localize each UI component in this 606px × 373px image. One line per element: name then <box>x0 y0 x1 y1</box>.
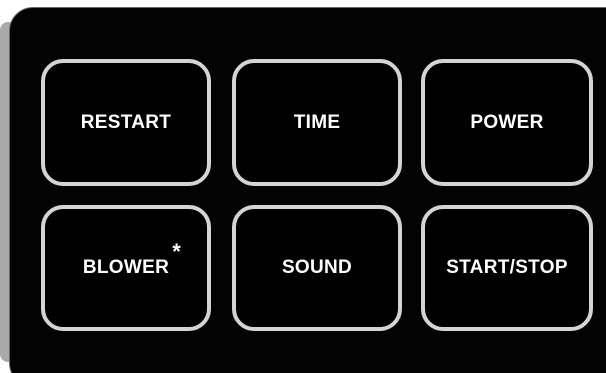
start-stop-button-label: START/STOP <box>446 257 568 278</box>
restart-button[interactable]: RESTART <box>41 59 211 186</box>
blower-button-label: BLOWER <box>82 257 170 278</box>
blower-button[interactable]: BLOWER * <box>41 205 211 331</box>
sound-button-label: SOUND <box>281 257 353 278</box>
time-button[interactable]: TIME <box>232 59 402 186</box>
sound-button[interactable]: SOUND <box>232 205 402 331</box>
blower-button-label-wrap: BLOWER * <box>82 239 181 279</box>
blower-footnote-asterisk: * <box>172 239 182 264</box>
start-stop-button[interactable]: START/STOP <box>421 205 593 331</box>
control-panel-view: RESTART TIME POWER BLOWER * SOUND START/… <box>0 0 606 373</box>
power-button-label: POWER <box>470 111 544 133</box>
power-button[interactable]: POWER <box>421 59 593 186</box>
restart-button-label: RESTART <box>80 111 172 133</box>
time-button-label: TIME <box>293 111 341 133</box>
